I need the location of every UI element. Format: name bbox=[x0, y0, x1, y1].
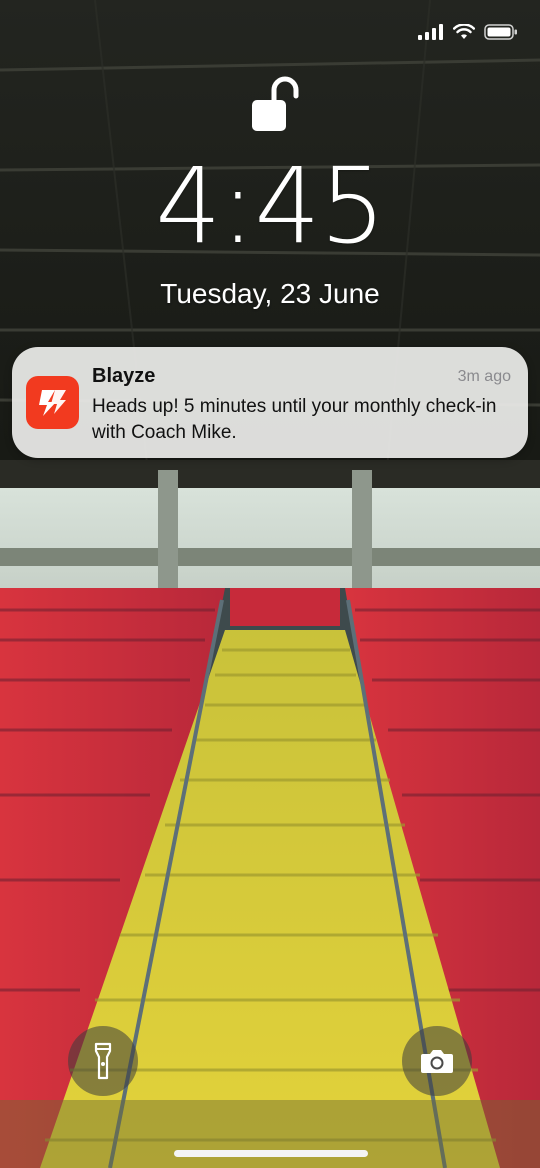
lock-screen-date: Tuesday, 23 June bbox=[160, 278, 380, 309]
unlocked-padlock-icon bbox=[252, 76, 299, 131]
lock-screen-clock: 4:45 bbox=[155, 145, 386, 267]
wifi-icon bbox=[453, 24, 475, 39]
notification-app-name: Blayze bbox=[92, 365, 156, 387]
notification-timestamp: 3m ago bbox=[457, 368, 511, 385]
camera-button[interactable] bbox=[402, 1026, 472, 1096]
notification-card[interactable]: Blayze 3m ago Heads up! 5 minutes until … bbox=[12, 347, 528, 458]
flashlight-icon bbox=[94, 1042, 112, 1080]
notification-message: Heads up! 5 minutes until your monthly c… bbox=[92, 396, 497, 443]
blayze-logo-icon bbox=[26, 376, 79, 429]
camera-icon bbox=[421, 1050, 453, 1073]
cellular-signal-icon bbox=[418, 24, 443, 40]
battery-icon bbox=[484, 24, 517, 40]
status-bar bbox=[418, 24, 518, 40]
home-indicator[interactable] bbox=[174, 1150, 368, 1157]
flashlight-button[interactable] bbox=[68, 1026, 138, 1096]
